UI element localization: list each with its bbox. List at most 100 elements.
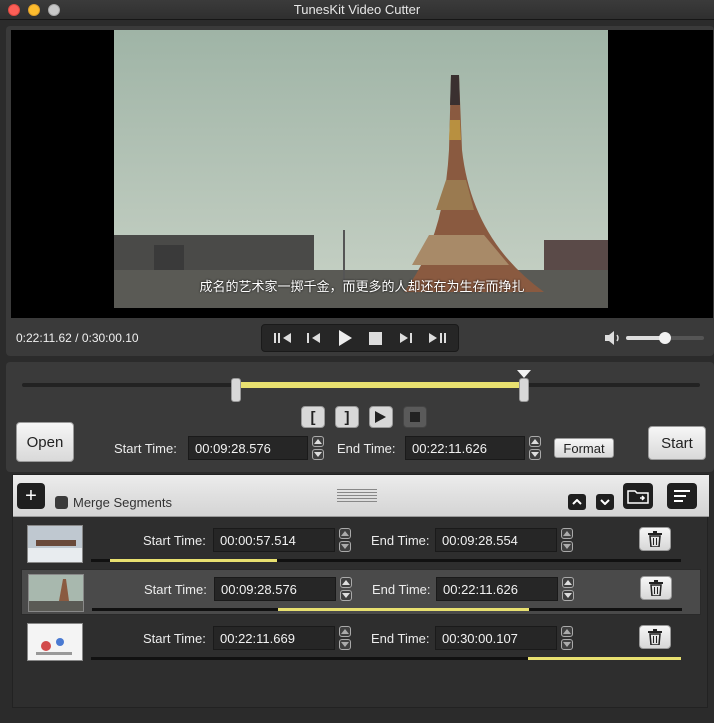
- segment-start-field[interactable]: [214, 577, 336, 601]
- segment-start-label: Start Time:: [144, 582, 207, 597]
- segment-end-field[interactable]: [435, 626, 557, 650]
- increment-icon[interactable]: [562, 577, 574, 588]
- segment-thumbnail: [28, 574, 84, 612]
- segment-thumbnail: [27, 525, 83, 563]
- decrement-icon[interactable]: [562, 590, 574, 601]
- folder-icon: [627, 490, 649, 504]
- segment-end-stepper[interactable]: [560, 626, 574, 650]
- selection-start-handle[interactable]: [231, 378, 242, 402]
- segment-range-track: [92, 608, 682, 611]
- trash-icon: [649, 580, 663, 596]
- start-time-field[interactable]: [188, 436, 308, 460]
- increment-icon[interactable]: [561, 528, 573, 539]
- stop-icon: [368, 331, 382, 345]
- start-time-stepper[interactable]: [311, 436, 325, 460]
- edit-panel: [ ] Open Start Time: End Time: Format St…: [6, 362, 714, 472]
- decrement-icon[interactable]: [339, 639, 351, 650]
- segment-start-stepper[interactable]: [338, 626, 352, 650]
- preview-play-icon: [375, 411, 386, 423]
- stop-preview-button[interactable]: [403, 406, 427, 428]
- end-time-field[interactable]: [405, 436, 525, 460]
- plus-icon: +: [25, 484, 37, 507]
- video-area[interactable]: 成名的艺术家一掷千金，而更多的人却还在为生存而挣扎: [11, 30, 713, 318]
- decrement-icon[interactable]: [339, 541, 351, 552]
- decrement-icon[interactable]: [561, 639, 573, 650]
- segment-row[interactable]: Start Time: End Time:: [21, 569, 701, 615]
- set-start-mark-button[interactable]: [: [301, 406, 325, 428]
- transport-controls: [261, 324, 459, 352]
- segment-start-field[interactable]: [213, 626, 335, 650]
- volume-slider[interactable]: [626, 332, 704, 344]
- segment-list-button[interactable]: [667, 483, 697, 509]
- open-button[interactable]: Open: [16, 422, 74, 462]
- panel-resize-grip-icon[interactable]: [337, 487, 377, 503]
- segment-range-track: [91, 657, 681, 660]
- app-window: TunesKit Video Cutter 成名的艺术家一掷千金，而更多的人却还…: [0, 0, 714, 723]
- trash-icon: [648, 531, 662, 547]
- previous-frame-button[interactable]: [303, 328, 325, 348]
- set-end-mark-button[interactable]: ]: [335, 406, 359, 428]
- segment-row[interactable]: Start Time: End Time:: [21, 619, 701, 665]
- playback-timecode: 0:22:11.62 / 0:30:00.10: [16, 331, 139, 345]
- timeline-selection: [236, 382, 524, 388]
- decrement-icon[interactable]: [312, 449, 324, 460]
- increment-icon[interactable]: [561, 626, 573, 637]
- step-forward-icon: [399, 333, 412, 343]
- player-panel: 成名的艺术家一掷千金，而更多的人却还在为生存而挣扎 0:22:11.62 / 0…: [6, 26, 714, 356]
- segment-end-stepper[interactable]: [560, 528, 574, 552]
- increment-icon[interactable]: [339, 528, 351, 539]
- increment-icon[interactable]: [339, 626, 351, 637]
- step-back-icon: [306, 333, 320, 343]
- delete-segment-button[interactable]: [639, 527, 671, 551]
- add-segment-button[interactable]: +: [17, 483, 45, 509]
- skip-back-icon: [274, 333, 292, 343]
- segments-toolbar: + Merge Segments: [13, 475, 709, 517]
- segment-thumbnail: [27, 623, 83, 661]
- preview-segment-button[interactable]: [369, 406, 393, 428]
- delete-segment-button[interactable]: [639, 625, 671, 649]
- segment-start-field[interactable]: [213, 528, 335, 552]
- volume-knob[interactable]: [659, 332, 671, 344]
- segment-end-stepper[interactable]: [561, 577, 575, 601]
- segment-end-field[interactable]: [436, 577, 558, 601]
- move-segment-up-button[interactable]: [568, 494, 586, 510]
- segment-end-label: End Time:: [371, 631, 430, 646]
- segment-start-stepper[interactable]: [338, 528, 352, 552]
- merge-segments-checkbox[interactable]: [55, 496, 68, 509]
- playhead-marker[interactable]: [516, 370, 531, 378]
- segment-start-label: Start Time:: [143, 631, 206, 646]
- next-frame-button[interactable]: [395, 328, 417, 348]
- segment-row[interactable]: Start Time: End Time:: [21, 521, 701, 567]
- video-subtitle: 成名的艺术家一掷千金，而更多的人却还在为生存而挣扎: [199, 279, 525, 294]
- video-scene-image: [114, 30, 608, 308]
- segment-range-fill: [109, 559, 278, 562]
- segment-start-stepper[interactable]: [339, 577, 353, 601]
- move-segment-down-button[interactable]: [596, 494, 614, 510]
- increment-icon[interactable]: [340, 577, 352, 588]
- video-frame: [114, 30, 608, 308]
- play-button[interactable]: [334, 328, 356, 348]
- selection-end-handle[interactable]: [518, 378, 529, 402]
- skip-forward-icon: [428, 333, 446, 343]
- increment-icon[interactable]: [529, 436, 541, 447]
- delete-segment-button[interactable]: [640, 576, 672, 600]
- stop-icon: [410, 412, 420, 422]
- segment-start-label: Start Time:: [143, 533, 206, 548]
- increment-icon[interactable]: [312, 436, 324, 447]
- next-segment-button[interactable]: [426, 328, 448, 348]
- output-folder-button[interactable]: [623, 483, 653, 509]
- segment-range-fill: [527, 657, 681, 660]
- decrement-icon[interactable]: [529, 449, 541, 460]
- decrement-icon[interactable]: [340, 590, 352, 601]
- segment-end-label: End Time:: [371, 533, 430, 548]
- chevron-up-icon: [572, 499, 582, 505]
- start-button[interactable]: Start: [648, 426, 706, 460]
- volume-icon[interactable]: [604, 330, 622, 346]
- segment-end-label: End Time:: [372, 582, 431, 597]
- stop-button[interactable]: [364, 328, 386, 348]
- format-button[interactable]: Format: [554, 438, 614, 458]
- previous-segment-button[interactable]: [272, 328, 294, 348]
- decrement-icon[interactable]: [561, 541, 573, 552]
- segment-end-field[interactable]: [435, 528, 557, 552]
- end-time-stepper[interactable]: [528, 436, 542, 460]
